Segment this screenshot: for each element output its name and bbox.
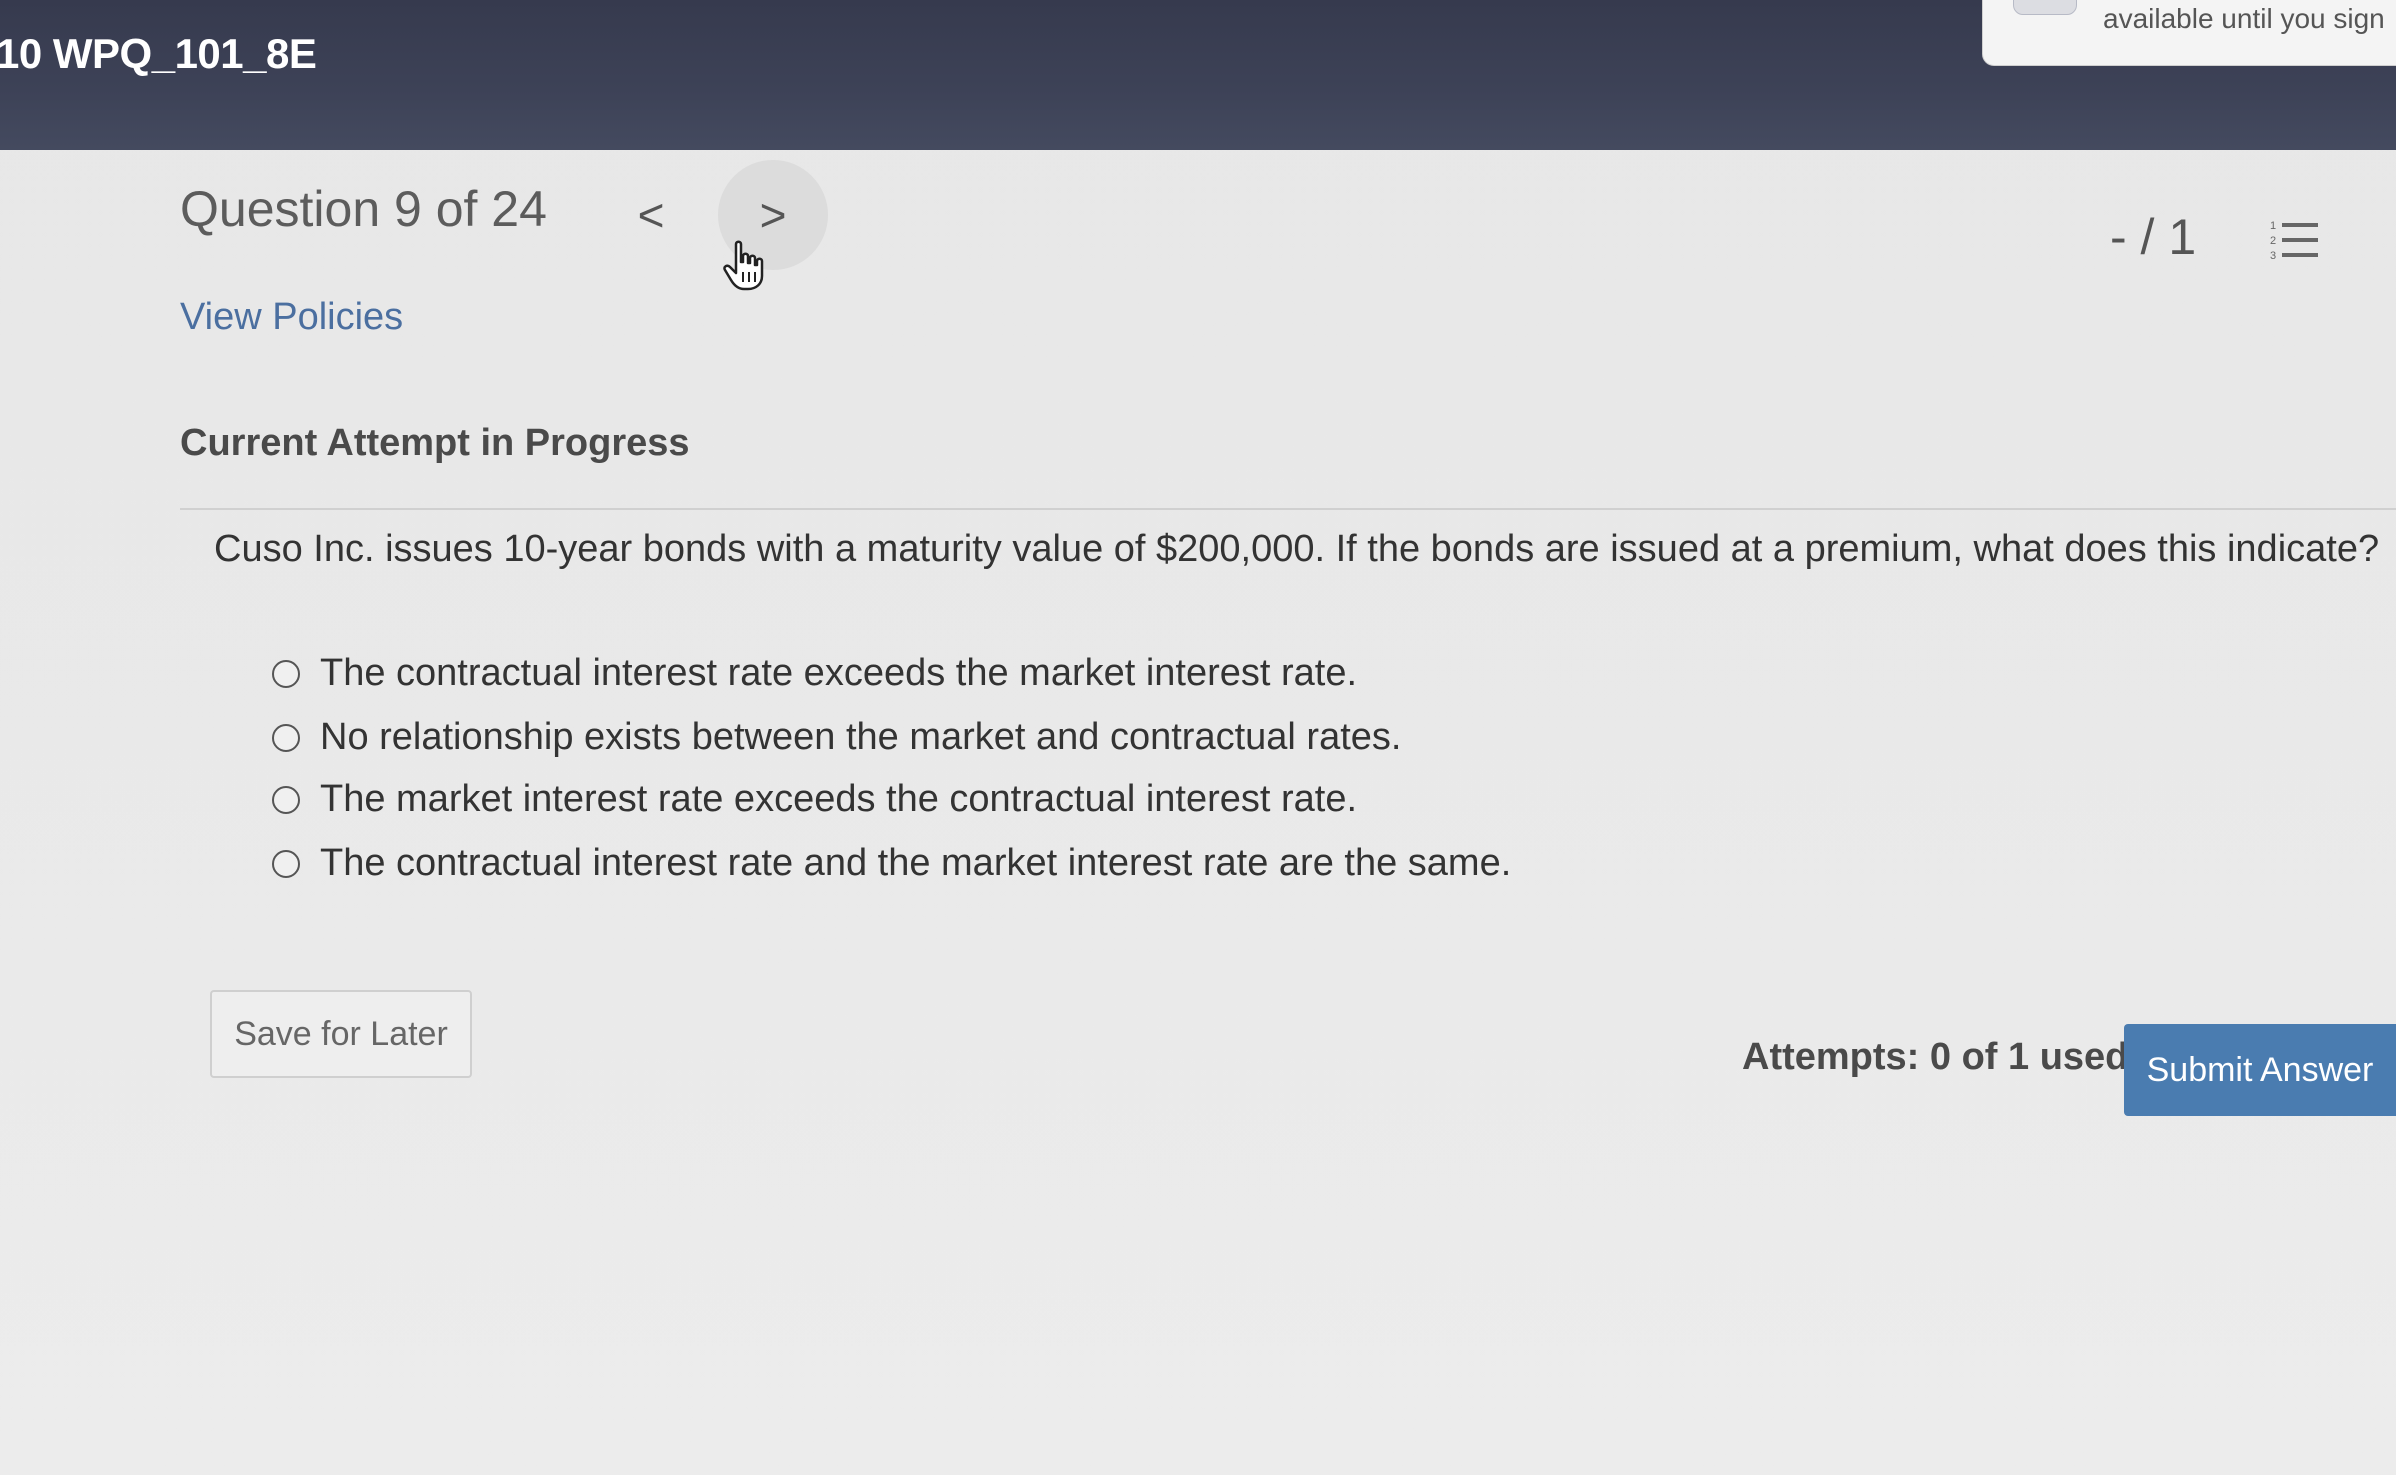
answer-option[interactable]: The market interest rate exceeds the con… bbox=[272, 778, 1357, 821]
answer-option-label: The contractual interest rate exceeds th… bbox=[320, 652, 1358, 694]
notice-tab[interactable] bbox=[2013, 0, 2077, 15]
chevron-left-icon: < bbox=[637, 189, 665, 241]
submit-answer-button[interactable]: Submit Answer bbox=[2124, 1024, 2396, 1116]
radio-button[interactable] bbox=[272, 849, 300, 878]
answer-option-label: No relationship exists between the marke… bbox=[320, 716, 1402, 758]
availability-notice: available until you sign bbox=[1982, 0, 2396, 66]
radio-button[interactable] bbox=[272, 659, 300, 688]
previous-question-button[interactable]: < bbox=[596, 160, 706, 270]
answer-option-label: The contractual interest rate and the ma… bbox=[320, 842, 1512, 884]
view-policies-link[interactable]: View Policies bbox=[180, 296, 403, 339]
question-counter: Question 9 of 24 bbox=[180, 181, 547, 237]
answer-option[interactable]: No relationship exists between the marke… bbox=[272, 716, 1401, 759]
numbered-list-icon[interactable]: 1 2 3 bbox=[2270, 218, 2320, 262]
question-text: Cuso Inc. issues 10-year bonds with a ma… bbox=[214, 528, 2380, 570]
svg-text:1: 1 bbox=[2270, 220, 2276, 232]
divider bbox=[180, 508, 2396, 510]
radio-button[interactable] bbox=[272, 785, 300, 814]
attempt-heading: Current Attempt in Progress bbox=[180, 422, 690, 464]
chevron-right-icon: > bbox=[759, 189, 787, 241]
hand-pointer-icon bbox=[723, 240, 764, 291]
answer-option-label: The market interest rate exceeds the con… bbox=[320, 778, 1358, 820]
svg-text:2: 2 bbox=[2270, 235, 2276, 247]
save-for-later-button[interactable]: Save for Later bbox=[210, 990, 472, 1078]
attempts-counter: Attempts: 0 of 1 used bbox=[1742, 1036, 2129, 1078]
question-score: - / 1 bbox=[2110, 209, 2197, 265]
answer-option[interactable]: The contractual interest rate and the ma… bbox=[272, 842, 1511, 885]
radio-button[interactable] bbox=[272, 723, 300, 752]
top-header-bar: 10 WPQ_101_8E available until you sign bbox=[0, 0, 2396, 150]
course-title: 10 WPQ_101_8E bbox=[0, 30, 317, 77]
answer-option[interactable]: The contractual interest rate exceeds th… bbox=[272, 652, 1357, 695]
notice-text: available until you sign bbox=[2103, 3, 2385, 34]
svg-text:3: 3 bbox=[2270, 250, 2276, 262]
